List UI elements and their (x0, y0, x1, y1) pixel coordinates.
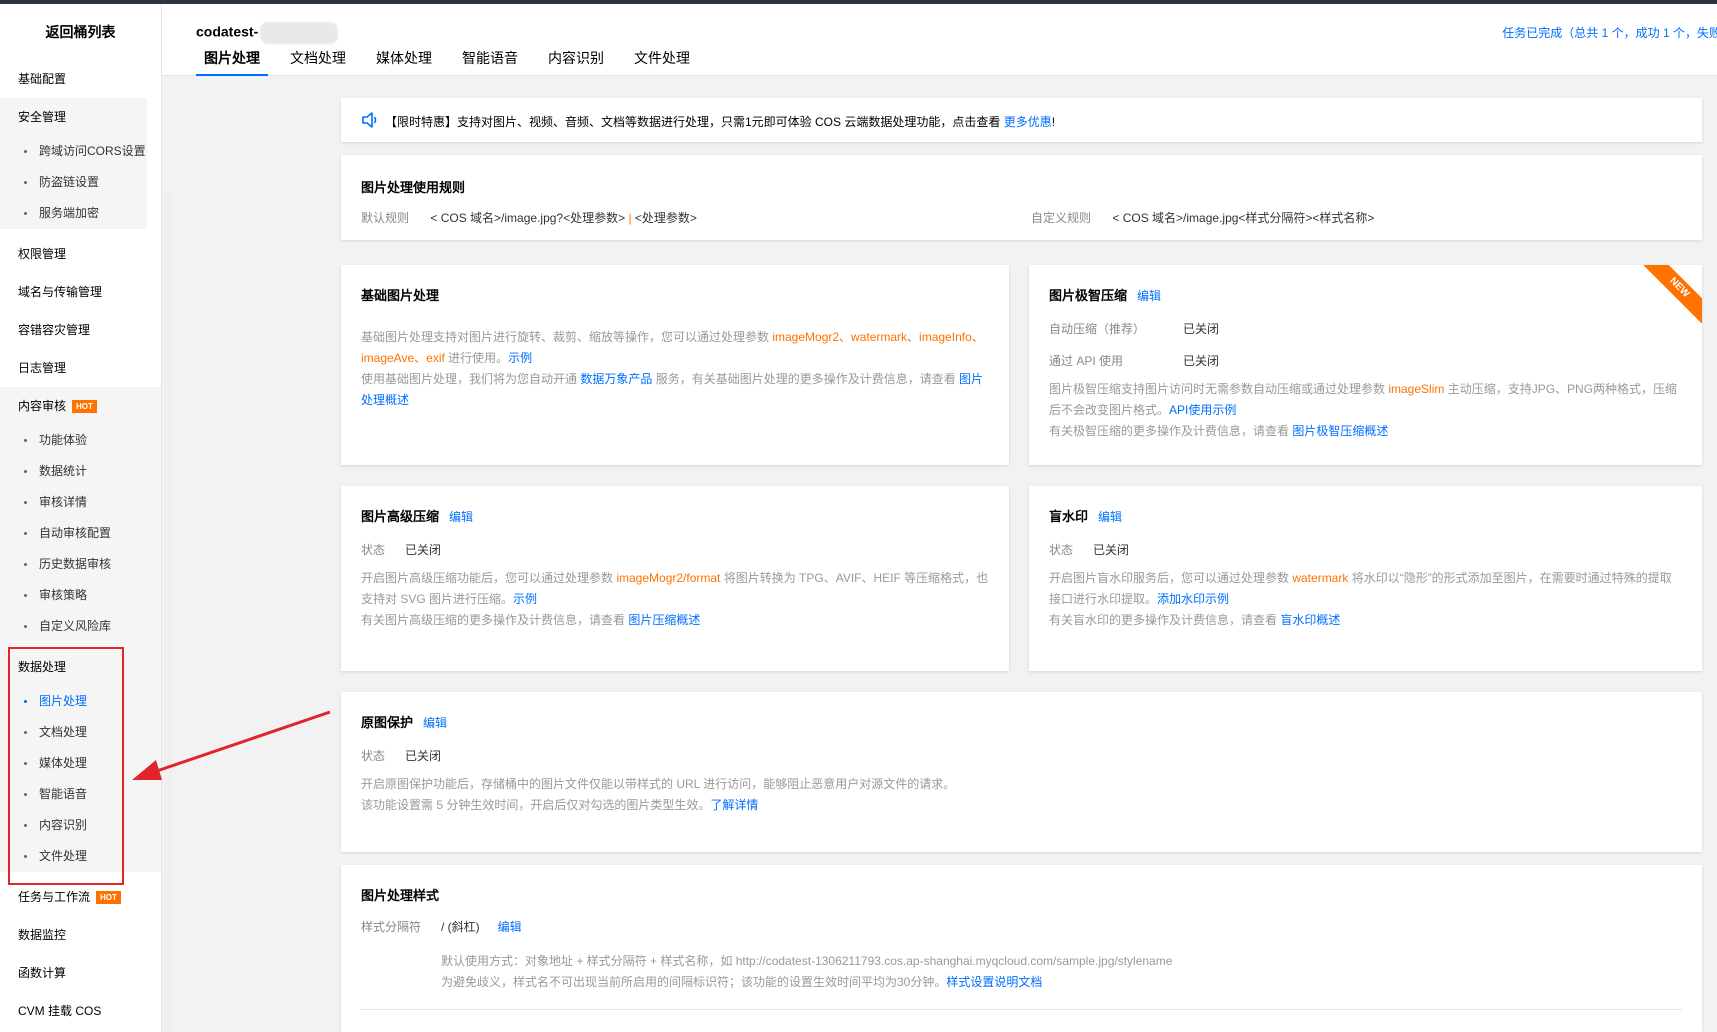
api-use-row: 通过 API 使用 已关闭 (1049, 354, 1220, 368)
divider (361, 1009, 1682, 1010)
annotation-arrow-icon (132, 710, 331, 780)
bullet-icon (24, 594, 27, 598)
edit-button[interactable]: 编辑 (449, 510, 473, 524)
tab-recognition[interactable]: 内容识别 (540, 48, 612, 76)
blind-overview-link[interactable]: 盲水印概述 (1280, 613, 1340, 627)
auto-compress-row: 自动压缩（推荐） 已关闭 (1049, 322, 1220, 336)
speaker-icon (362, 112, 377, 128)
watermark-example-link[interactable]: 添加水印示例 (1157, 592, 1229, 606)
status-row: 状态 已关闭 (1049, 543, 1130, 557)
bullet-icon (24, 563, 27, 567)
tab-image-processing[interactable]: 图片处理 (196, 48, 268, 76)
sidebar-sub-audit-4[interactable]: 自动审核配置 (0, 518, 161, 549)
new-ribbon: NEW (1644, 265, 1702, 323)
card-title: 图片处理使用规则 (361, 180, 466, 195)
tab-file-processing[interactable]: 文件处理 (626, 48, 698, 76)
edit-button[interactable]: 编辑 (423, 716, 447, 730)
sidebar-sub-cors[interactable]: 跨域访问CORS设置 (0, 136, 147, 167)
sidebar-sub-hotlink[interactable]: 防盗链设置 (0, 167, 147, 198)
tab-doc-processing[interactable]: 文档处理 (282, 48, 354, 76)
basic-description: 基础图片处理支持对图片进行旋转、裁剪、缩放等操作，您可以通过处理参数 image… (361, 330, 984, 407)
compression-overview-link[interactable]: 图片压缩概述 (628, 613, 700, 627)
separator-row: 样式分隔符 / (斜杠) 编辑 (361, 920, 522, 934)
sidebar-sub-audit-1[interactable]: 功能体验 (0, 425, 161, 456)
bullet-icon (24, 532, 27, 536)
blind-description: 开启图片盲水印服务后，您可以通过处理参数 watermark 将水印以“隐形”的… (1049, 571, 1672, 627)
sidebar-sub-audit-2[interactable]: 数据统计 (0, 456, 161, 487)
card-title: 基础图片处理 (361, 288, 440, 303)
bucket-name: codatest- (196, 22, 339, 44)
tab-bar: 图片处理 文档处理 媒体处理 智能语音 内容识别 文件处理 (196, 48, 712, 76)
image-overview-link-2[interactable]: 处理概述 (361, 393, 409, 407)
bullet-icon (24, 439, 27, 443)
basic-processing-card: 基础图片处理 基础图片处理支持对图片进行旋转、裁剪、缩放等操作，您可以通过处理参… (341, 265, 1009, 465)
learn-more-link[interactable]: 了解详情 (710, 798, 758, 812)
bullet-icon (24, 501, 27, 505)
protect-description: 开启原图保护功能后，存储桶中的图片文件仅能以带样式的 URL 进行访问，能够阻止… (361, 777, 956, 812)
status-row: 状态 已关闭 (361, 749, 442, 763)
back-to-bucket-list-link[interactable]: 返回桶列表 (0, 4, 161, 60)
api-example-link[interactable]: API使用示例 (1169, 403, 1236, 417)
sidebar-item-cvm[interactable]: CVM 挂载 COS (0, 992, 161, 1030)
card-title: 图片高级压缩 编辑 (361, 509, 474, 524)
hot-badge: HOT (72, 400, 97, 414)
sidebar-sub-audit-6[interactable]: 审核策略 (0, 580, 161, 611)
more-offers-link[interactable]: 更多优惠 (1004, 115, 1052, 129)
blind-watermark-card: 盲水印 编辑 状态 已关闭 开启图片盲水印服务后，您可以通过处理参数 waterma… (1029, 486, 1702, 671)
ci-product-link[interactable]: 数据万象产品 (580, 372, 652, 386)
card-title: 原图保护 编辑 (361, 715, 448, 730)
tab-voice[interactable]: 智能语音 (454, 48, 526, 76)
image-overview-link[interactable]: 图片 (959, 372, 983, 386)
bullet-icon (24, 212, 27, 216)
slim-overview-link[interactable]: 图片极智压缩概述 (1292, 424, 1388, 438)
slim-description: 图片极智压缩支持图片访问时无需参数自动压缩或通过处理参数 imageSlim 主… (1049, 382, 1678, 438)
highlight-box (8, 647, 124, 885)
sidebar-item-logs[interactable]: 日志管理 (0, 349, 161, 387)
tab-media-processing[interactable]: 媒体处理 (368, 48, 440, 76)
edit-button[interactable]: 编辑 (1137, 289, 1161, 303)
bullet-icon (24, 625, 27, 629)
notice-text: 【限时特惠】支持对图片、视频、音频、文档等数据进行处理，只需1元即可体验 COS… (385, 115, 1056, 129)
hot-badge: HOT (96, 891, 121, 905)
original-protection-card: 原图保护 编辑 状态 已关闭 开启原图保护功能后，存储桶中的图片文件仅能以带样式的 … (341, 692, 1702, 852)
sidebar-item-disaster[interactable]: 容错容灾管理 (0, 311, 161, 349)
sidebar-scrollbar[interactable] (164, 190, 172, 1032)
sidebar-sub-audit-5[interactable]: 历史数据审核 (0, 549, 161, 580)
card-title: 图片处理样式 (361, 888, 440, 903)
card-title: 图片极智压缩 编辑 (1049, 288, 1162, 303)
sidebar-group-security: 安全管理 跨域访问CORS设置 防盗链设置 服务端加密 (0, 98, 147, 229)
sidebar-item-permissions[interactable]: 权限管理 (0, 235, 161, 273)
task-status-link[interactable]: 任务已完成（总共 1 个，成功 1 个，失败 0 (1502, 24, 1717, 41)
custom-rule-row: 自定义规则 < COS 域名>/image.jpg<样式分隔符><样式名称> (1031, 211, 1375, 225)
style-docs-link[interactable]: 样式设置说明文档 (946, 975, 1042, 989)
sidebar-sub-encryption[interactable]: 服务端加密 (0, 198, 147, 229)
sidebar-item-basic-config[interactable]: 基础配置 (0, 60, 161, 98)
usage-rules-card: 图片处理使用规则 默认规则 < COS 域名>/image.jpg?<处理参数>… (341, 155, 1702, 240)
promo-notice: 【限时特惠】支持对图片、视频、音频、文档等数据进行处理，只需1元即可体验 COS… (341, 98, 1702, 142)
processing-styles-card: 图片处理样式 样式分隔符 / (斜杠) 编辑 默认使用方式：对象地址 + 样式分隔符… (341, 865, 1702, 1032)
slim-compression-card: 图片极智压缩 编辑 NEW 自动压缩（推荐） 已关闭 通过 API 使用 已关闭 图片… (1029, 265, 1702, 465)
edit-button[interactable]: 编辑 (498, 920, 522, 934)
sidebar-item-functions[interactable]: 函数计算 (0, 954, 161, 992)
example-link[interactable]: 示例 (513, 592, 537, 606)
edit-button[interactable]: 编辑 (1098, 510, 1122, 524)
advanced-compression-card: 图片高级压缩 编辑 状态 已关闭 开启图片高级压缩功能后，您可以通过处理参数 ima… (341, 486, 1009, 671)
redacted-blur (260, 22, 339, 44)
sidebar-item-monitor[interactable]: 数据监控 (0, 916, 161, 954)
sidebar-item-domain[interactable]: 域名与传输管理 (0, 273, 161, 311)
example-link[interactable]: 示例 (508, 351, 532, 365)
sidebar-item-content-audit[interactable]: 内容审核 HOT (0, 387, 161, 425)
page-header: codatest- 图片处理 文档处理 媒体处理 智能语音 内容识别 文件处理 … (162, 4, 1717, 76)
styles-description: 默认使用方式：对象地址 + 样式分隔符 + 样式名称，如 http://coda… (441, 954, 1173, 989)
bullet-icon (24, 181, 27, 185)
sidebar-sub-audit-3[interactable]: 审核详情 (0, 487, 161, 518)
default-rule-row: 默认规则 < COS 域名>/image.jpg?<处理参数> | <处理参数> (361, 211, 697, 225)
card-title: 盲水印 编辑 (1049, 509, 1123, 524)
status-row: 状态 已关闭 (361, 543, 442, 557)
advanced-description: 开启图片高级压缩功能后，您可以通过处理参数 imageMogr2/format … (361, 571, 989, 627)
sidebar-item-security[interactable]: 安全管理 (0, 98, 147, 136)
bullet-icon (24, 150, 27, 154)
sidebar-sub-audit-7[interactable]: 自定义风险库 (0, 611, 161, 642)
bullet-icon (24, 470, 27, 474)
